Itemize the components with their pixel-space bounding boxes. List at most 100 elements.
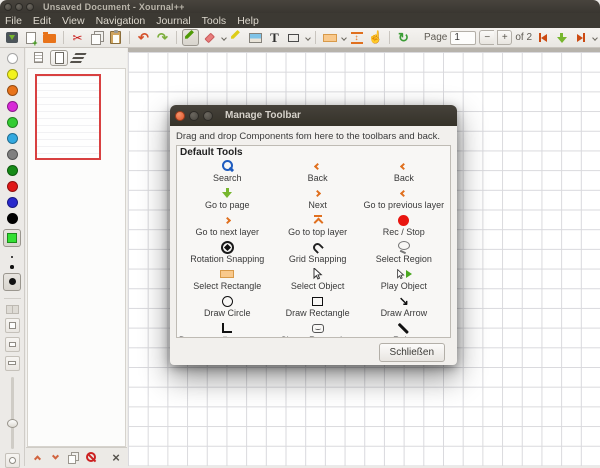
image-tool-button[interactable] [247, 29, 264, 46]
zoom-slider-handle[interactable] [7, 419, 18, 428]
copy-button[interactable] [88, 29, 105, 46]
color-swatch-green[interactable] [7, 117, 18, 128]
tool-select-region[interactable]: Select Region [360, 240, 448, 267]
zoom-100-button[interactable] [5, 356, 20, 371]
tool-go-to-next-layer[interactable]: Go to next layer [179, 213, 276, 240]
tool-go-to-top-layer[interactable]: Go to top layer [276, 213, 360, 240]
color-swatch-darkgreen[interactable] [7, 165, 18, 176]
tool-search[interactable]: Search [179, 159, 276, 186]
color-swatch-orange[interactable] [7, 85, 18, 96]
tool-rec-stop[interactable]: Rec / Stop [360, 213, 448, 240]
page-thumbnail-selected[interactable] [35, 74, 101, 160]
zoom-fit-button[interactable] [5, 337, 20, 352]
current-color-button[interactable] [3, 229, 21, 247]
color-swatch-blue[interactable] [7, 197, 18, 208]
menu-help[interactable]: Help [237, 15, 259, 27]
thickness-medium-button[interactable] [10, 265, 14, 269]
color-swatch-magenta[interactable] [7, 101, 18, 112]
color-swatch-gray[interactable] [7, 149, 18, 160]
color-swatch-white[interactable] [7, 53, 18, 64]
page-increase-button[interactable]: + [497, 30, 512, 45]
cut-button[interactable]: ✂ [69, 29, 86, 46]
eraser-tool-button[interactable] [201, 29, 218, 46]
shape-tool-button[interactable] [285, 29, 302, 46]
selection-dropdown-chevron-icon[interactable] [341, 35, 347, 41]
copy-page-button[interactable] [65, 450, 81, 465]
schliessen-button[interactable]: Schließen [379, 343, 445, 362]
tab-layers[interactable] [71, 50, 89, 66]
goto-annotated-page-button[interactable] [553, 29, 570, 46]
page-preview-icon [55, 52, 64, 64]
tool-draw-circle[interactable]: Draw Circle [179, 294, 276, 321]
tab-page-preview[interactable] [50, 50, 68, 66]
draw-coordinate-system-icon [222, 323, 232, 333]
tab-contents[interactable] [29, 50, 47, 66]
vertical-space-tool-button[interactable]: ↕ [348, 29, 365, 46]
tool-play-object[interactable]: Play Object [360, 267, 448, 294]
page-decrease-button[interactable]: − [479, 30, 494, 45]
presentation-mode-button[interactable] [5, 318, 20, 333]
menu-tools[interactable]: Tools [202, 15, 227, 27]
tool-back[interactable]: Back [276, 159, 360, 186]
color-swatch-yellow[interactable] [7, 69, 18, 80]
shape-dropdown-chevron-icon[interactable] [305, 35, 311, 41]
eraser-icon [204, 32, 214, 42]
menu-edit[interactable]: Edit [33, 15, 51, 27]
refresh-button[interactable]: ↻ [395, 29, 412, 46]
dialog-titlebar[interactable]: Manage Toolbar [170, 105, 457, 126]
dialog-maximize-button[interactable] [203, 111, 213, 121]
next-icon [314, 189, 321, 196]
paste-button[interactable] [107, 29, 124, 46]
color-swatch-lightblue[interactable] [7, 133, 18, 144]
page-number-input[interactable] [450, 31, 476, 45]
delete-page-button[interactable] [83, 450, 99, 465]
window-close-button[interactable] [4, 3, 12, 11]
close-sidebar-button[interactable]: × [108, 450, 124, 465]
eraser-dropdown-chevron-icon[interactable] [221, 35, 227, 41]
move-page-up-button[interactable] [29, 450, 45, 465]
window-minimize-button[interactable] [15, 3, 23, 11]
menu-file[interactable]: File [5, 15, 22, 27]
zoom-reset-button[interactable] [5, 453, 20, 468]
tool-select-object[interactable]: Select Object [276, 267, 360, 294]
first-page-button[interactable] [534, 29, 551, 46]
undo-button[interactable]: ↶ [135, 29, 152, 46]
tool-go-to-page[interactable]: Go to page [179, 186, 276, 213]
tool-go-to-previous-layer[interactable]: Go to previous layer [360, 186, 448, 213]
tool-draw-rectangle[interactable]: Draw Rectangle [276, 294, 360, 321]
highlighter-tool-button[interactable] [228, 29, 245, 46]
text-tool-button[interactable]: T [266, 29, 283, 46]
pen-tool-button[interactable] [182, 29, 199, 46]
menu-view[interactable]: View [62, 15, 85, 27]
new-document-button[interactable] [22, 29, 39, 46]
tool-rotation-snapping[interactable]: Rotation Snapping [179, 240, 276, 267]
tool-draw-arrow[interactable]: ↘ Draw Arrow [360, 294, 448, 321]
window-maximize-button[interactable] [26, 3, 34, 11]
thickness-thick-button[interactable] [3, 273, 21, 291]
zoom-slider[interactable] [5, 377, 20, 449]
tool-shape-recognizer[interactable]: Shape Recognizer [276, 321, 360, 338]
image-icon [249, 33, 262, 43]
dialog-close-button[interactable] [175, 111, 185, 121]
tool-back-2[interactable]: Back [360, 159, 448, 186]
last-page-button[interactable] [572, 29, 589, 46]
tool-next[interactable]: Next [276, 186, 360, 213]
color-swatch-red[interactable] [7, 181, 18, 192]
tool-grid-snapping[interactable]: Grid Snapping [276, 240, 360, 267]
save-button[interactable] [3, 29, 20, 46]
tool-draw-coordinate-system[interactable]: Draw coordinate system [179, 321, 276, 338]
move-page-down-button[interactable] [47, 450, 63, 465]
tool-select-rectangle[interactable]: Select Rectangle [179, 267, 276, 294]
menu-navigation[interactable]: Navigation [96, 15, 146, 27]
copy-page-icon [68, 452, 78, 463]
toolbar-overflow-chevron-icon[interactable] [592, 35, 598, 41]
thickness-fine-button[interactable] [11, 256, 13, 258]
select-rectangle-tool-button[interactable] [321, 29, 338, 46]
tool-ruler[interactable]: Ruler [360, 321, 448, 338]
redo-button[interactable]: ↷ [154, 29, 171, 46]
hand-tool-button[interactable]: ☝ [367, 29, 384, 46]
menu-journal[interactable]: Journal [156, 15, 190, 27]
open-button[interactable] [41, 29, 58, 46]
dialog-minimize-button[interactable] [189, 111, 199, 121]
color-swatch-black[interactable] [7, 213, 18, 224]
